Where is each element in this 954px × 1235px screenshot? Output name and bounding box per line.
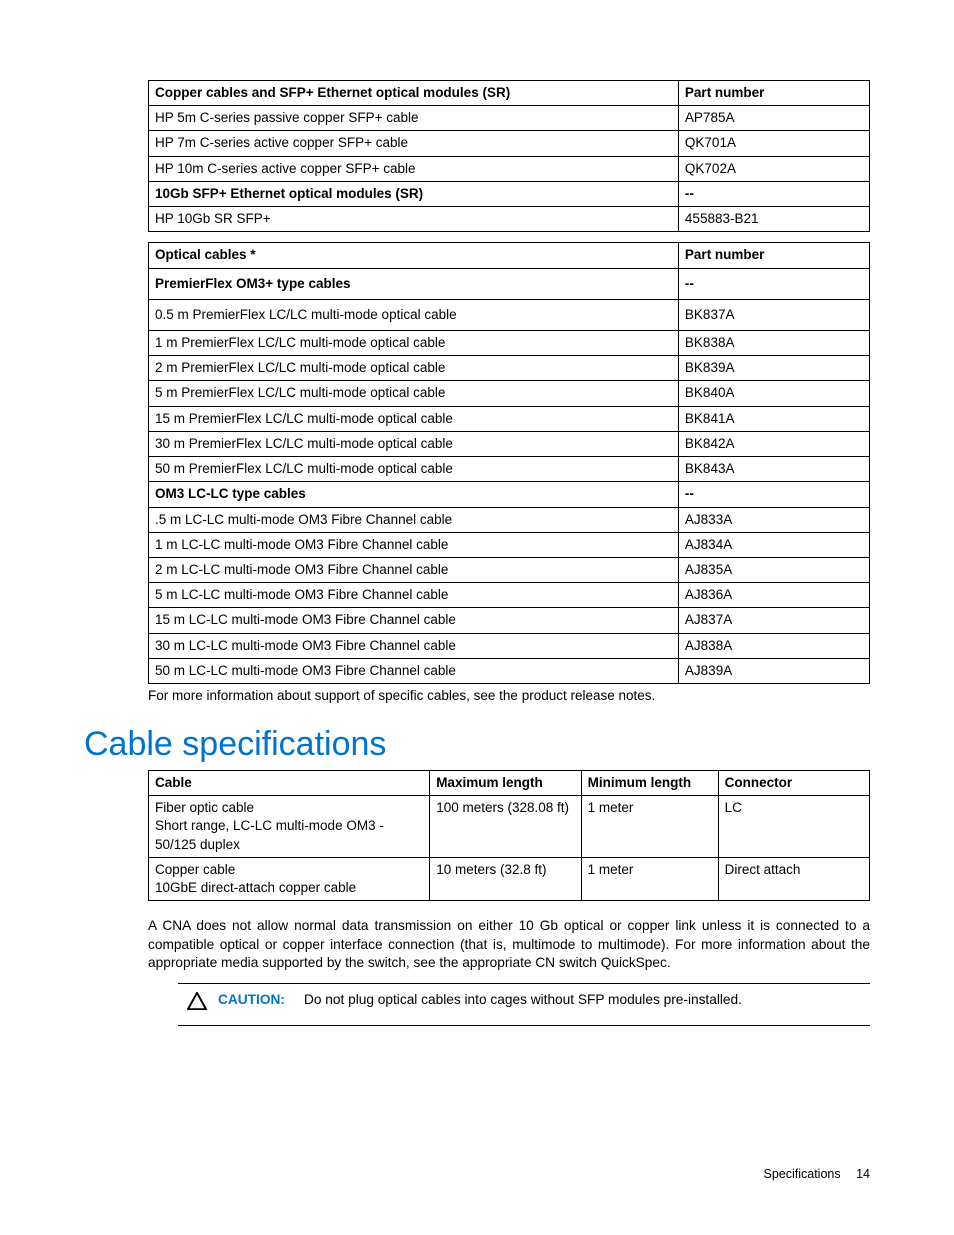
table-cell: 0.5 m PremierFlex LC/LC multi-mode optic… (149, 299, 679, 330)
cable-specifications-heading: Cable specifications (84, 725, 870, 764)
table3-header-3: Connector (718, 771, 869, 796)
table-cell: Copper cable10GbE direct-attach copper c… (149, 857, 430, 900)
page-footer: Specifications 14 (763, 1167, 870, 1181)
table-cell: 10 meters (32.8 ft) (430, 857, 581, 900)
table-cell: HP 5m C-series passive copper SFP+ cable (149, 106, 679, 131)
table-cell: AJ836A (678, 583, 869, 608)
table-cell: 30 m LC-LC multi-mode OM3 Fibre Channel … (149, 633, 679, 658)
table-cell: HP 10Gb SR SFP+ (149, 207, 679, 232)
table-cell: 15 m PremierFlex LC/LC multi-mode optica… (149, 406, 679, 431)
table-cell: BK839A (678, 356, 869, 381)
table-cell: BK843A (678, 457, 869, 482)
table-cell: BK841A (678, 406, 869, 431)
table-cell: 50 m LC-LC multi-mode OM3 Fibre Channel … (149, 658, 679, 683)
table-cell: 5 m LC-LC multi-mode OM3 Fibre Channel c… (149, 583, 679, 608)
footer-page-number: 14 (856, 1167, 870, 1181)
footer-section-label: Specifications (763, 1167, 840, 1181)
table-cell: BK840A (678, 381, 869, 406)
table-cell: 1 m LC-LC multi-mode OM3 Fibre Channel c… (149, 532, 679, 557)
table-cell: QK701A (678, 131, 869, 156)
table-cell: 50 m PremierFlex LC/LC multi-mode optica… (149, 457, 679, 482)
table-cell: -- (678, 268, 869, 299)
table-cell: -- (678, 181, 869, 206)
table-cell: -- (678, 482, 869, 507)
table-cell: PremierFlex OM3+ type cables (149, 268, 679, 299)
table-cell: .5 m LC-LC multi-mode OM3 Fibre Channel … (149, 507, 679, 532)
table-cell: 5 m PremierFlex LC/LC multi-mode optical… (149, 381, 679, 406)
table-cell: AJ835A (678, 557, 869, 582)
table-cell: AJ838A (678, 633, 869, 658)
table-cell: AJ839A (678, 658, 869, 683)
optical-cables-table: Optical cables * Part number PremierFlex… (148, 242, 870, 684)
table-cell: OM3 LC-LC type cables (149, 482, 679, 507)
table-cell: BK842A (678, 431, 869, 456)
table1-header-0: Copper cables and SFP+ Ethernet optical … (149, 81, 679, 106)
table-cell: HP 10m C-series active copper SFP+ cable (149, 156, 679, 181)
table3-header-1: Maximum length (430, 771, 581, 796)
table-cell: 100 meters (328.08 ft) (430, 796, 581, 858)
caution-text: Do not plug optical cables into cages wi… (304, 992, 742, 1007)
table3-header-0: Cable (149, 771, 430, 796)
table-cell: Fiber optic cableShort range, LC-LC mult… (149, 796, 430, 858)
caution-triangle-icon (187, 997, 207, 1014)
table-cell: 455883-B21 (678, 207, 869, 232)
table-cell: 1 meter (581, 857, 718, 900)
cable-specifications-table: CableMaximum lengthMinimum lengthConnect… (148, 770, 870, 901)
table-cell: AJ837A (678, 608, 869, 633)
table-cell: AJ833A (678, 507, 869, 532)
table-cell: AP785A (678, 106, 869, 131)
table-cell: 30 m PremierFlex LC/LC multi-mode optica… (149, 431, 679, 456)
table-cell: LC (718, 796, 869, 858)
table-cell: 1 meter (581, 796, 718, 858)
table-cell: BK837A (678, 299, 869, 330)
table2-header-0: Optical cables * (149, 243, 679, 268)
caution-label: CAUTION: (218, 992, 285, 1007)
table-cell: 15 m LC-LC multi-mode OM3 Fibre Channel … (149, 608, 679, 633)
table1-header-1: Part number (678, 81, 869, 106)
table-cell: BK838A (678, 330, 869, 355)
table-cell: AJ834A (678, 532, 869, 557)
caution-block: CAUTION: Do not plug optical cables into… (178, 983, 870, 1026)
table2-header-1: Part number (678, 243, 869, 268)
table-cell: 2 m PremierFlex LC/LC multi-mode optical… (149, 356, 679, 381)
table-cell: 2 m LC-LC multi-mode OM3 Fibre Channel c… (149, 557, 679, 582)
optical-cables-footnote: For more information about support of sp… (148, 688, 870, 703)
table3-header-2: Minimum length (581, 771, 718, 796)
table-cell: Direct attach (718, 857, 869, 900)
table-cell: QK702A (678, 156, 869, 181)
cna-paragraph: A CNA does not allow normal data transmi… (148, 917, 870, 972)
table-cell: 1 m PremierFlex LC/LC multi-mode optical… (149, 330, 679, 355)
copper-sfp-table: Copper cables and SFP+ Ethernet optical … (148, 80, 870, 232)
table-cell: 10Gb SFP+ Ethernet optical modules (SR) (149, 181, 679, 206)
table-cell: HP 7m C-series active copper SFP+ cable (149, 131, 679, 156)
